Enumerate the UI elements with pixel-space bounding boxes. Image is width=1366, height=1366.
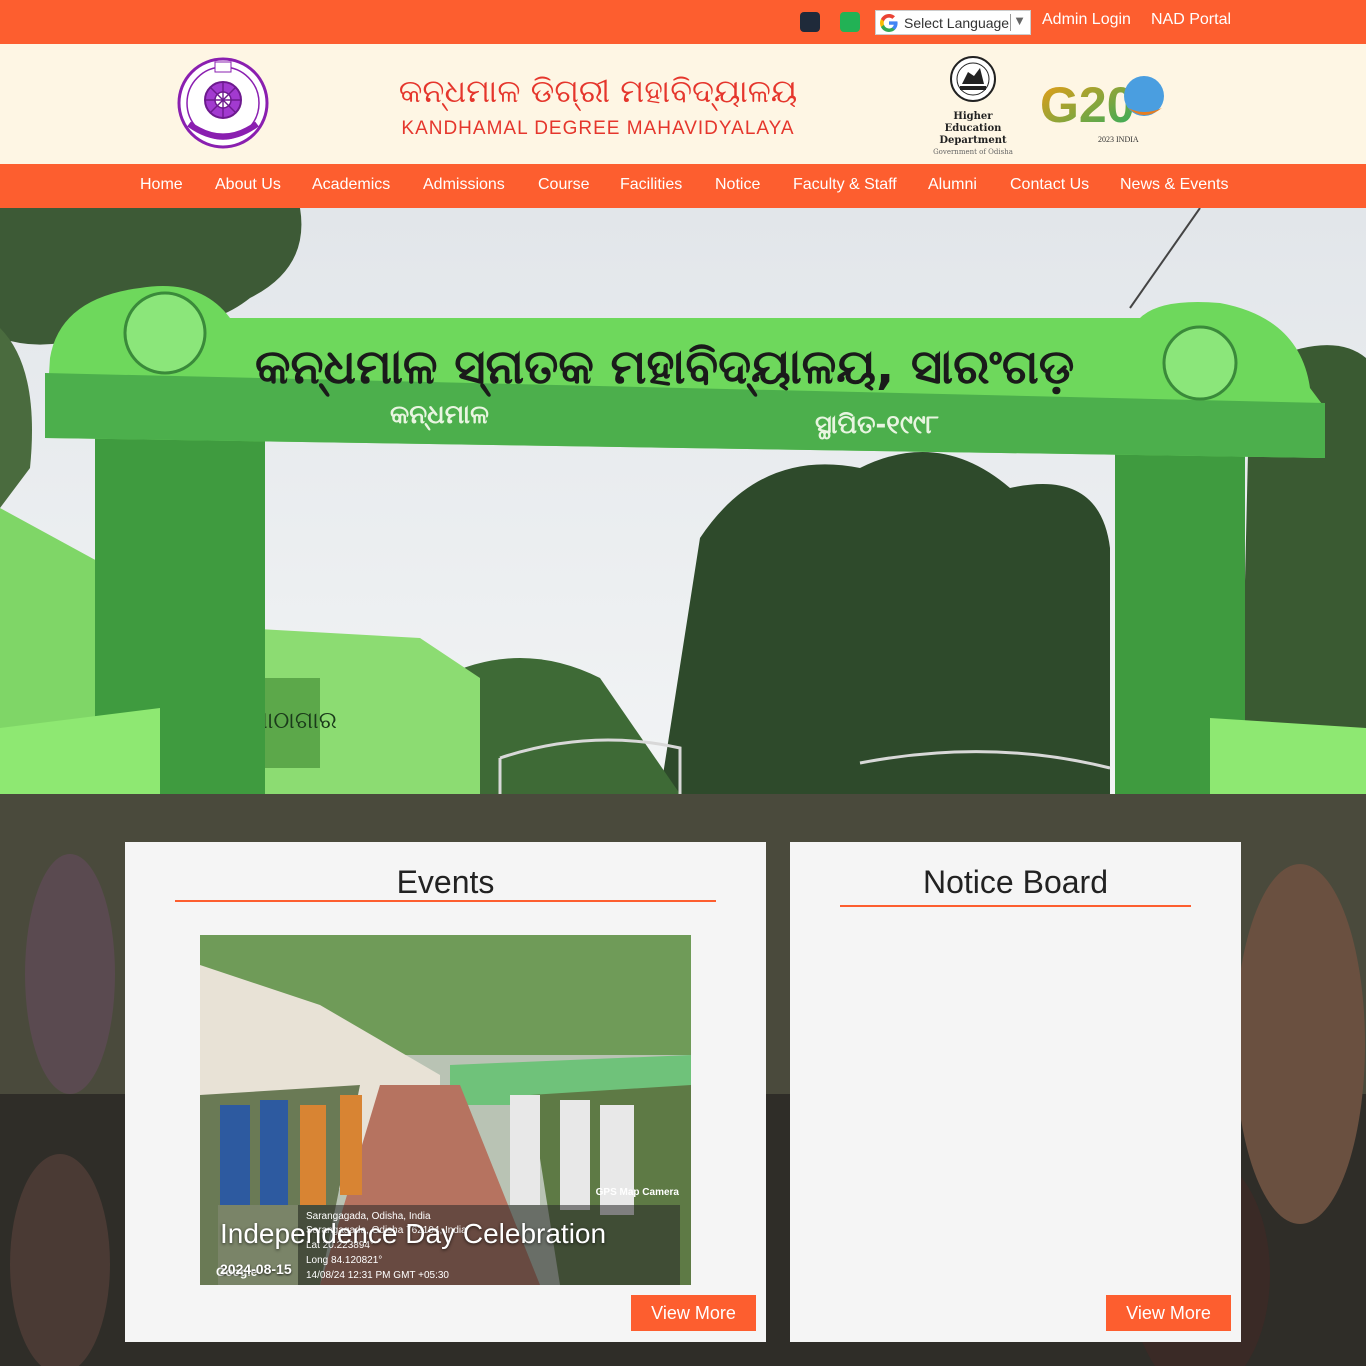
theme-color-toggle[interactable] [840, 12, 860, 32]
nav-notice[interactable]: Notice [715, 176, 760, 194]
college-name-odia: କନ୍ଧମାଳ ଡିଗ୍ରୀ ମହାବିଦ୍ୟାଳୟ [398, 72, 798, 110]
top-bar: Select Language ▼ Admin Login NAD Portal [0, 0, 1366, 44]
events-title: Events [396, 864, 495, 900]
dept-govt-line: Government of Odisha [933, 148, 1013, 156]
event-photo[interactable]: GPS Map Camera Sarangagada, Odisha, Indi… [200, 935, 691, 1285]
nav-academics[interactable]: Academics [312, 176, 390, 194]
notice-view-more-button[interactable]: View More [1106, 1295, 1231, 1331]
odisha-emblem-icon [950, 56, 996, 102]
dark-mode-toggle[interactable] [800, 12, 820, 32]
nav-admissions[interactable]: Admissions [423, 176, 505, 194]
dropdown-arrow-icon: ▼ [1013, 13, 1026, 28]
dept-name-line2: Department [939, 135, 1007, 146]
gps-longitude: Long 84.120821° [306, 1255, 383, 1266]
google-icon [880, 13, 898, 32]
college-seal-logo[interactable] [175, 54, 271, 152]
event-caption[interactable]: Independence Day Celebration [220, 1218, 606, 1250]
gate-district-text: କନ୍ଧମାଳ [390, 400, 489, 431]
college-name-english: KANDHAMAL DEGREE MAHAVIDYALAYA [401, 118, 795, 139]
g20-logo[interactable]: G20 2023 INDIA [1040, 74, 1170, 148]
nad-portal-link[interactable]: NAD Portal [1151, 11, 1231, 29]
nav-facilities[interactable]: Facilities [620, 176, 682, 194]
nav-contact-us[interactable]: Contact Us [1010, 176, 1089, 194]
notice-board-panel: Notice Board View More [790, 842, 1241, 1342]
nav-about-us[interactable]: About Us [215, 176, 281, 194]
events-title-underline [175, 900, 716, 902]
gate-established-text: ସ୍ଥାପିତ-୧୯୯୮ [815, 410, 941, 440]
language-select[interactable]: Select Language ▼ [875, 10, 1031, 35]
nav-faculty-staff[interactable]: Faculty & Staff [793, 176, 897, 194]
notice-board-title: Notice Board [923, 864, 1108, 900]
dept-name-line1: Higher Education [944, 111, 1002, 134]
event-date: 2024-08-15 [220, 1261, 292, 1277]
divider [1010, 14, 1011, 31]
g20-subtitle: 2023 INDIA [1098, 135, 1139, 144]
main-nav: Home About Us Academics Admissions Cours… [0, 164, 1366, 208]
gate-signboard-text: କନ୍ଧମାଳ ସ୍ନାତକ ମହାବିଦ୍ୟାଳୟ, ସାରଂଗଡ଼ [255, 339, 1074, 397]
hero-gate-photo: ପାଠାଗାର କନ୍ଧମାଳ ସ୍ନାତକ ମହାବିଦ୍ୟାଳୟ, ସାରଂ… [0, 208, 1366, 794]
nav-news-events[interactable]: News & Events [1120, 176, 1228, 194]
language-label: Select Language [904, 14, 1010, 31]
notice-title-underline [840, 905, 1191, 907]
nav-alumni[interactable]: Alumni [928, 176, 977, 194]
nav-course[interactable]: Course [538, 176, 590, 194]
admin-login-link[interactable]: Admin Login [1042, 11, 1131, 29]
higher-education-dept-logo[interactable]: Higher Education Department Government o… [928, 54, 1018, 156]
events-view-more-button[interactable]: View More [631, 1295, 756, 1331]
gps-timestamp: 14/08/24 12:31 PM GMT +05:30 [306, 1270, 449, 1281]
hero-banner: ପାଠାଗାର କନ୍ଧମାଳ ସ୍ନାତକ ମହାବିଦ୍ୟାଳୟ, ସାରଂ… [0, 208, 1366, 794]
events-panel: Events GPS Map Camera Sarangagada, Odish… [125, 842, 766, 1342]
nav-home[interactable]: Home [140, 176, 183, 194]
g20-text: G20 [1040, 77, 1135, 133]
gps-camera-label: GPS Map Camera [595, 1187, 679, 1198]
site-header: କନ୍ଧମାଳ ଡିଗ୍ରୀ ମହାବିଦ୍ୟାଳୟ KANDHAMAL DEG… [0, 44, 1366, 164]
